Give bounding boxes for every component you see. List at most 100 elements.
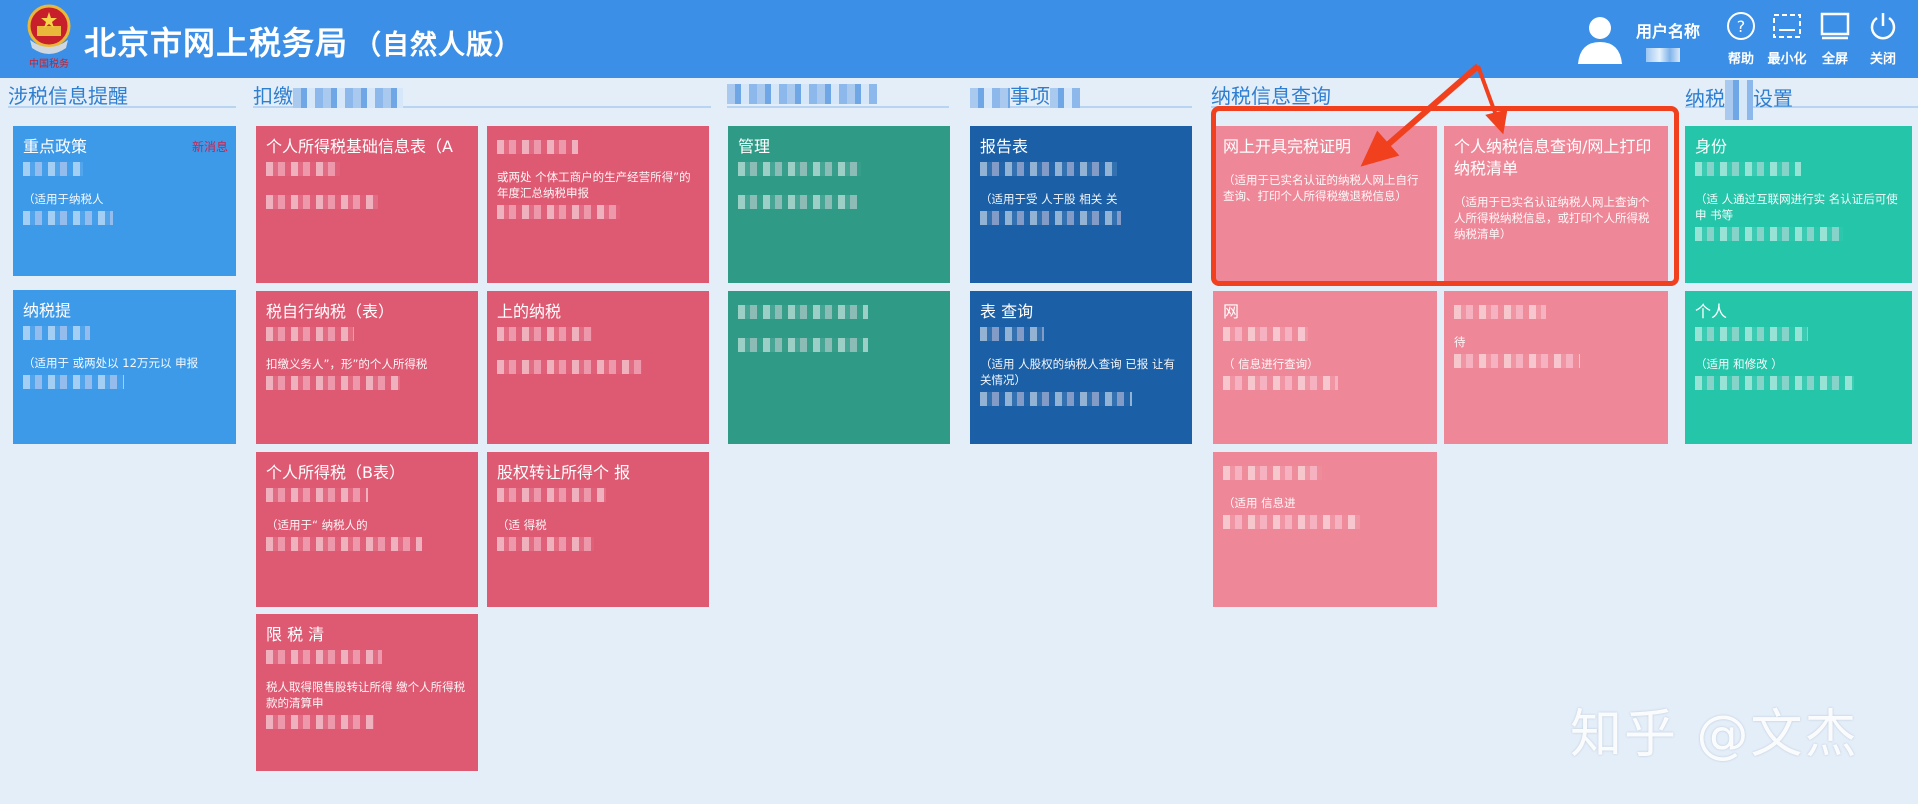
app-subtitle: （自然人版） [354,30,523,61]
card-description: （适用于 或两处以 12万元以 申报 [23,356,199,370]
tab-label: 扣缴 [253,84,293,108]
redacted-text [980,161,1117,176]
tab-tax-reminders[interactable]: 涉税信息提醒 [8,80,236,108]
redacted-text [1050,87,1080,108]
service-card[interactable]: 或两处 个体工商户的生产经营所得”的年度汇总纳税申报 [487,126,709,283]
redacted-text [266,536,422,551]
card-title: 表 查询 [980,302,1034,321]
service-card[interactable]: 待 [1444,291,1668,444]
service-card[interactable]: 个人所得税基础信息表（A [256,126,478,283]
service-card[interactable]: （适用 信息进 [1213,452,1437,607]
tab-label: 纳税 [1685,86,1725,111]
redacted-text [1695,326,1808,341]
service-card[interactable]: 上的纳税 [487,291,709,444]
redacted-text [1223,514,1360,529]
tab-matters[interactable]: 事项 [970,80,1192,108]
redacted-text [23,374,124,389]
card-description: 待 [1454,335,1466,349]
card-description: （适 得税 [497,518,547,532]
card-description: （适用于受 人于股 相关 关 [980,192,1118,206]
redacted-text [738,304,868,319]
card-title: 身份 [1695,137,1728,156]
service-card[interactable]: 个人所得税（B表） （适用于“ 纳税人的 [256,452,478,607]
tab-withholding[interactable]: 扣缴 [253,80,711,108]
card-description: 扣缴义务人”，形”的个人所得税 [266,357,428,371]
redacted-text [738,337,868,352]
redacted-text [497,139,578,154]
service-card[interactable]: 重点政策 新消息 （适用于纳税人 [13,126,236,276]
tab-redacted[interactable] [727,80,949,108]
service-card[interactable]: 网 （ 信息进行查询） [1213,291,1437,444]
card-title: 税自行纳税（表） [266,302,395,321]
redacted-text [1725,80,1753,120]
service-card[interactable]: 管理 [728,126,950,283]
card-title: 网 [1223,302,1240,321]
redacted-text [266,161,340,176]
redacted-text [738,194,857,209]
card-description: （适用于已实名认证纳税人网上查询个人所得税纳税信息，或打印个人所得税纳税清单） [1454,195,1650,241]
card-description: （适用 人股权的纳税人查询 已报 让有关情况） [980,357,1175,387]
card-title: 个人所得税（B表） [266,463,405,482]
user-id-redacted [1646,48,1680,62]
fullscreen-button[interactable]: 全屏 [1810,10,1860,67]
card-description: 税人取得限售股转让所得 缴个人所得税款的清算申 [266,680,466,710]
service-card[interactable]: 报告表 （适用于受 人于股 相关 关 [970,126,1192,283]
redacted-text [970,87,1010,108]
card-description: （适用于已实名认证的纳税人网上自行查询、打印个人所得税缴退税信息） [1223,173,1419,203]
tab-label: 纳税信息查询 [1211,84,1331,108]
redacted-text [266,714,374,729]
card-title: 报告表 [980,137,1029,156]
card-title: 个人纳税信息查询/网上打印纳税清单 [1454,137,1652,178]
app-header: 中国税务 北京市网上税务局 （自然人版） 用户名称 ? 帮助 最小化 全屏 关闭 [0,0,1918,78]
card-title: 个人 [1695,302,1728,321]
close-label: 关闭 [1869,52,1896,67]
redacted-text [293,87,403,108]
redacted-text [1454,353,1580,368]
redacted-text [727,83,877,104]
service-card[interactable]: 个人纳税信息查询/网上打印纳税清单 （适用于已实名认证纳税人网上查询个人所得税纳税… [1444,126,1668,283]
tab-label: 事项 [1010,84,1050,108]
redacted-text [266,194,378,209]
service-card[interactable]: 股权转让所得个 报 （适 得税 [487,452,709,607]
service-card[interactable] [728,291,950,444]
card-description: （适用 和修改 ） [1695,357,1783,371]
redacted-text [980,326,1044,341]
redacted-text [497,536,594,551]
service-card[interactable]: 表 查询 （适用 人股权的纳税人查询 已报 让有关情况） [970,291,1192,444]
tab-tax-info-query[interactable]: 纳税信息查询 [1211,80,1669,108]
user-name-label[interactable]: 用户名称 [1636,18,1700,42]
service-card[interactable]: 限 税 清税人取得限售股转让所得 缴个人所得税款的清算申 [256,614,478,771]
card-description: （适 人通过互联网进行实 名认证后可使 申 书等 [1695,192,1898,222]
redacted-text [738,161,861,176]
close-button[interactable]: 关闭 [1858,10,1908,67]
service-card[interactable]: 身份 （适 人通过互联网进行实 名认证后可使 申 书等 [1685,126,1912,283]
redacted-text [266,375,400,390]
redacted-text [1223,326,1308,341]
minimize-button[interactable]: 最小化 [1762,10,1812,67]
redacted-text [1223,375,1338,390]
redacted-text [1695,161,1801,176]
redacted-text [1223,465,1322,480]
tab-settings[interactable]: 纳税 设置 [1685,80,1918,120]
card-title: 限 税 清 [266,625,325,644]
user-avatar-icon[interactable] [1572,12,1628,64]
redacted-text [497,204,620,219]
new-message-badge[interactable]: 新消息 [192,138,228,155]
minimize-icon [1773,14,1801,38]
redacted-text [497,359,642,374]
service-card[interactable]: 税自行纳税（表） 扣缴义务人”，形”的个人所得税 [256,291,478,444]
redacted-text [266,487,368,502]
service-card[interactable]: 纳税提 （适用于 或两处以 12万元以 申报 [13,290,236,444]
card-description: （适用于纳税人 [23,192,104,206]
service-card[interactable]: 网上开具完税证明 （适用于已实名认证的纳税人网上自行查询、打印个人所得税缴退税信息… [1213,126,1437,283]
svg-text:中国税务: 中国税务 [29,57,69,70]
card-title: 纳税提 [23,301,72,320]
redacted-text [1695,375,1854,390]
redacted-text [23,325,90,340]
card-title: 网上开具完税证明 [1223,137,1352,156]
power-icon [1870,13,1896,40]
help-label: 帮助 [1727,52,1754,67]
help-button[interactable]: ? 帮助 [1716,10,1766,67]
fullscreen-label: 全屏 [1821,52,1848,67]
service-card[interactable]: 个人 （适用 和修改 ） [1685,291,1912,444]
